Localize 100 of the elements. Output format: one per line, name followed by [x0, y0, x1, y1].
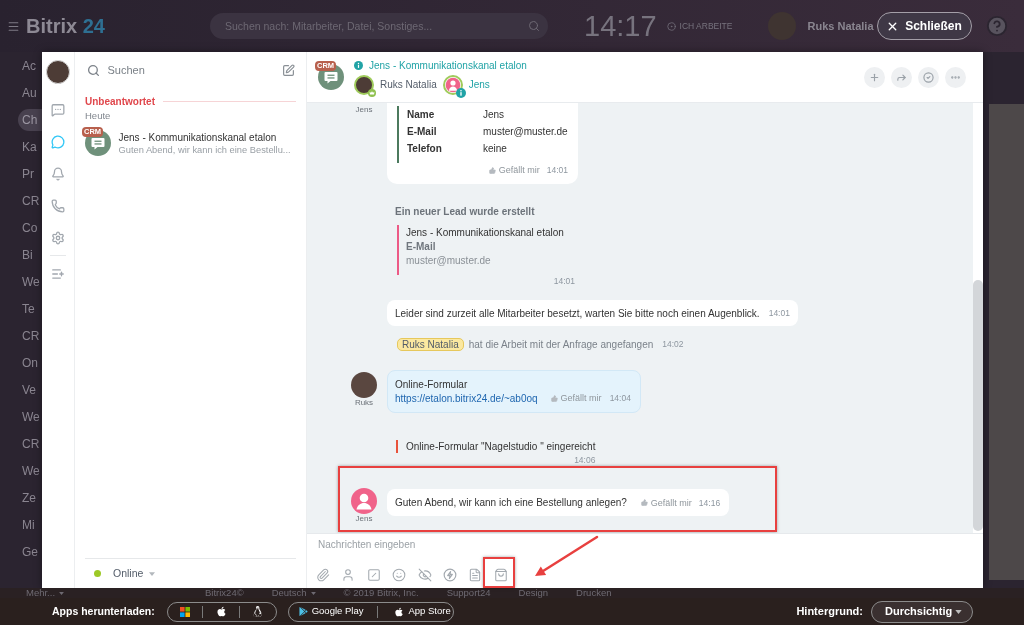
more-button[interactable] [945, 66, 966, 88]
background-label: Hintergrund: [796, 604, 863, 620]
slash-box-icon[interactable] [366, 568, 381, 582]
clock: 14:17 [584, 11, 657, 41]
lightning-icon[interactable] [442, 568, 457, 582]
penguin-icon[interactable] [252, 606, 264, 617]
avatar-placeholder[interactable] [46, 59, 70, 84]
author-name: Jens [355, 515, 373, 523]
document-icon[interactable] [468, 568, 483, 582]
field-value: muster@muster.de [483, 124, 568, 139]
message-input[interactable]: Nachrichten eingeben [318, 538, 918, 554]
footer-link[interactable]: Drucken [576, 588, 612, 598]
menu-item[interactable]: Ze [22, 488, 36, 507]
footer-link[interactable]: Design [518, 588, 549, 598]
apple-icon[interactable] [215, 606, 227, 617]
author-name: Ruks [354, 399, 374, 407]
settings-icon[interactable] [51, 231, 65, 245]
bell-icon[interactable] [51, 167, 65, 181]
menu-item[interactable]: Pr [22, 164, 34, 183]
field-value: Jens [483, 107, 505, 122]
menu-item[interactable]: Ch [18, 108, 42, 131]
lead-line: Jens - Kommunikationskanal etalon [406, 225, 564, 240]
phone-icon[interactable] [51, 199, 65, 213]
section-title: Unbeantwortet [85, 95, 155, 109]
footer-link[interactable]: Bitrix24© [205, 588, 244, 598]
like-button[interactable]: Gefällt mir [550, 393, 602, 403]
forward-button[interactable] [891, 66, 912, 88]
scrollbar[interactable] [973, 280, 983, 531]
menu-item[interactable]: We [22, 461, 40, 480]
search-icon[interactable] [528, 20, 540, 32]
caret-icon [310, 591, 316, 595]
menu-item[interactable]: Ve [22, 380, 36, 399]
menu-item[interactable]: We [22, 407, 40, 426]
footer-link[interactable]: Deutsch [271, 588, 307, 598]
add-button[interactable] [864, 66, 885, 88]
menu-item[interactable]: CR [22, 326, 40, 345]
user-avatar-icon [442, 74, 463, 95]
thumbs-up-icon [488, 166, 496, 174]
like-button[interactable]: Gefällt mir [640, 497, 692, 508]
lead-line: E-Mail [406, 239, 436, 254]
chat-icon[interactable] [51, 103, 65, 117]
store-link[interactable]: Google Play [298, 604, 364, 619]
lead-line: muster@muster.de [406, 253, 491, 268]
chat-preview: Guten Abend, wir kann ich eine Bestellu... [118, 143, 291, 156]
menu-item[interactable]: Te [22, 299, 35, 318]
menu-item[interactable]: Au [22, 83, 37, 102]
crown-badge-icon [368, 88, 376, 97]
radio-icon[interactable] [666, 21, 676, 31]
search-field[interactable]: Suchen [107, 61, 258, 79]
status-selector[interactable]: Online [93, 565, 156, 582]
chat-title[interactable]: Jens - Kommunikationskanal etalon [369, 58, 527, 73]
store-link[interactable]: App Store [394, 604, 451, 619]
menu-icon[interactable] [7, 19, 20, 33]
footer-link[interactable]: © 2019 Bitrix, Inc. [343, 588, 419, 598]
menu-item[interactable]: Ka [22, 137, 37, 156]
four-tiles-icon[interactable] [179, 606, 190, 617]
smiley-icon[interactable] [392, 568, 407, 582]
caret-icon [149, 571, 156, 576]
work-status[interactable]: ICH ARBEITE [679, 19, 733, 33]
message-text: Online-Formular [395, 377, 468, 392]
message-time: 14:01 [546, 165, 568, 175]
help-icon[interactable] [985, 15, 1008, 37]
paperclip-icon[interactable] [316, 568, 330, 582]
menu-item[interactable]: CR [22, 434, 40, 453]
message-time: 14:01 [768, 308, 790, 318]
footer-link[interactable]: Support24 [446, 588, 491, 598]
info-icon[interactable] [354, 61, 363, 70]
check-button[interactable] [918, 66, 939, 88]
crossed-eye-icon[interactable] [417, 568, 432, 582]
user-name[interactable]: Ruks Natalia [807, 17, 874, 35]
menu-item[interactable]: Mehr... [26, 588, 56, 598]
menu-item[interactable]: Co [22, 218, 38, 237]
field-label: Name [407, 107, 436, 122]
system-title: Ein neuer Lead wurde erstellt [395, 206, 535, 218]
shopping-bag-icon[interactable] [493, 568, 508, 582]
user-tag[interactable]: Ruks Natalia [397, 337, 464, 351]
search-icon[interactable] [86, 63, 100, 77]
menu-item[interactable]: Mi [22, 515, 35, 534]
menu-item[interactable]: Bi [22, 245, 33, 264]
logo[interactable]: Bitrix 24 [26, 15, 105, 37]
list-icon[interactable] [51, 266, 65, 281]
link[interactable]: https://etalon.bitrix24.de/~ab0oq [395, 390, 538, 406]
member-name[interactable]: Ruks Natalia [380, 77, 437, 92]
background-dropdown[interactable]: Durchsichtig [871, 600, 973, 623]
edit-icon[interactable] [282, 63, 295, 77]
message-time: 14:04 [609, 393, 631, 403]
menu-item[interactable]: On [22, 353, 38, 372]
menu-item[interactable]: We [22, 272, 40, 291]
avatar-placeholder [351, 372, 377, 398]
message-time: 14:02 [662, 339, 684, 349]
close-button[interactable]: Schließen [876, 12, 972, 40]
author-name: Jens [355, 106, 373, 114]
menu-item[interactable]: CR [22, 191, 40, 210]
person-icon[interactable] [341, 568, 356, 582]
field-label: Telefon [407, 141, 443, 156]
menu-item[interactable]: Ge [22, 542, 38, 561]
like-button[interactable]: Gefällt mir [488, 165, 540, 175]
chat-bubble-icon[interactable] [51, 135, 65, 149]
menu-item[interactable]: Ac [22, 56, 36, 75]
member-name[interactable]: Jens [468, 77, 490, 92]
